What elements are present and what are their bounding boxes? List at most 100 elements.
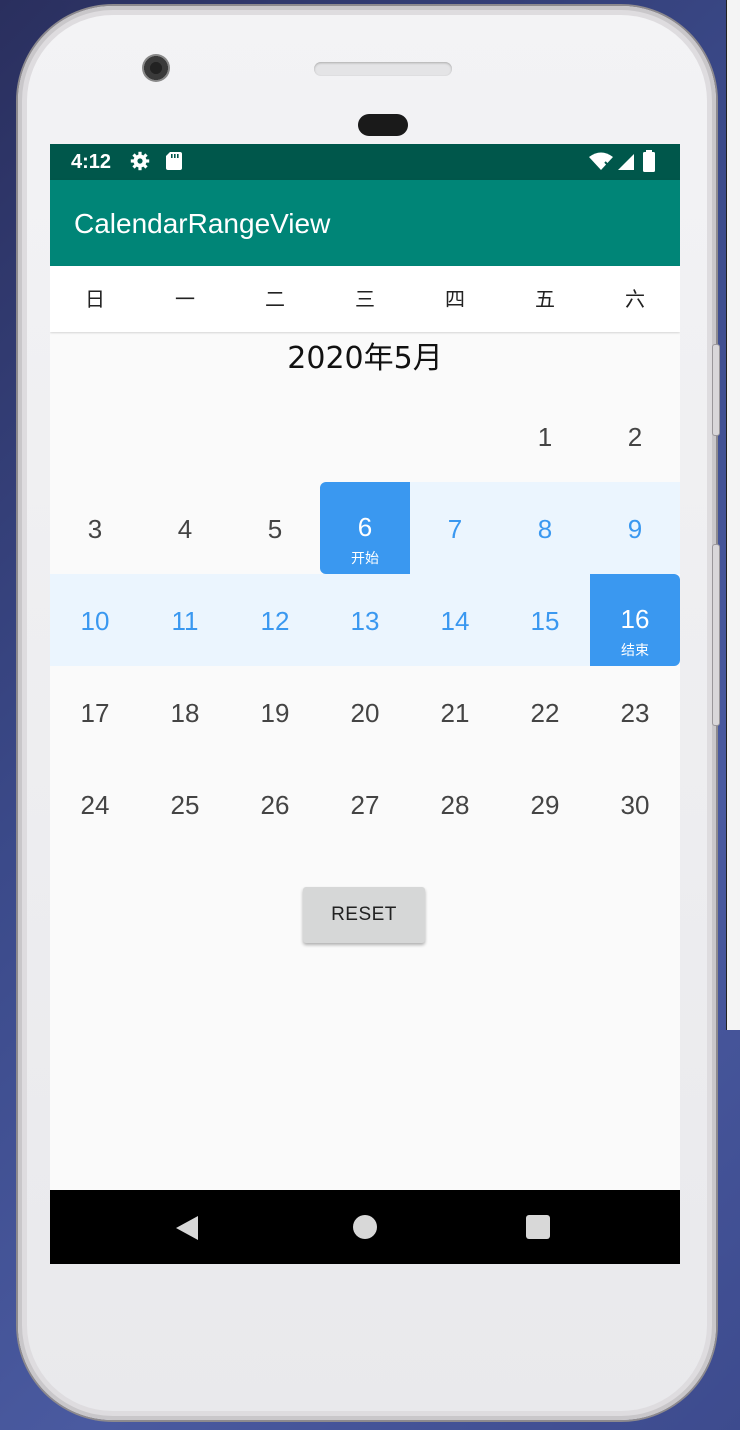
calendar-day-27[interactable]: 27 — [320, 758, 410, 850]
navigation-bar — [50, 1190, 680, 1264]
day-number: 26 — [260, 790, 290, 820]
calendar-week-row: 17 18 19 20 21 22 23 — [50, 666, 680, 758]
day-number: 5 — [267, 514, 283, 544]
proximity-sensor — [358, 114, 408, 136]
day-number: 13 — [350, 606, 380, 636]
day-number: 17 — [80, 698, 110, 728]
weekday-header: 日 一 二 三 四 五 六 — [50, 266, 680, 332]
calendar-grid: 1 2 3 4 5 6 开始 7 8 9 10 11 12 13 14 15 16 结束 17 18 19 20 21 22 2… — [50, 390, 680, 880]
day-number: 1 — [537, 422, 553, 452]
volume-button — [712, 544, 720, 726]
background-window-edge — [726, 0, 740, 1030]
calendar-day-3[interactable]: 3 — [50, 482, 140, 574]
calendar-day-24[interactable]: 24 — [50, 758, 140, 850]
day-number: 19 — [260, 698, 290, 728]
calendar-day-8[interactable]: 8 — [500, 482, 590, 574]
front-camera — [142, 54, 170, 82]
battery-icon — [642, 150, 656, 172]
day-number: 6 — [357, 512, 373, 542]
calendar-day-17[interactable]: 17 — [50, 666, 140, 758]
calendar-day-10[interactable]: 10 — [50, 574, 140, 666]
weekday-thu: 四 — [445, 287, 465, 311]
weekday-mon: 一 — [175, 287, 195, 311]
signal-icon — [616, 151, 636, 171]
calendar-week-row: 3 4 5 6 开始 7 8 9 — [50, 482, 680, 574]
calendar-day-12[interactable]: 12 — [230, 574, 320, 666]
day-number: 11 — [171, 606, 199, 636]
earpiece-speaker — [314, 62, 452, 76]
status-time: 4:12 — [71, 151, 112, 173]
calendar-day-31[interactable]: 31 — [50, 850, 140, 880]
app-toolbar: CalendarRangeView — [50, 180, 680, 266]
settings-gear-icon — [130, 151, 150, 171]
day-number: 21 — [440, 698, 470, 728]
calendar-day-30[interactable]: 30 — [590, 758, 680, 850]
day-number: 12 — [260, 606, 290, 636]
day-number: 29 — [530, 790, 560, 820]
day-number: 28 — [440, 790, 470, 820]
day-number: 23 — [620, 698, 650, 728]
calendar-day-26[interactable]: 26 — [230, 758, 320, 850]
status-bar: 4:12 — [50, 144, 680, 180]
weekday-tue: 二 — [265, 287, 285, 311]
end-label: 结束 — [621, 642, 649, 658]
calendar-empty-cell — [140, 850, 230, 880]
day-number: 25 — [170, 790, 200, 820]
calendar-empty-cell — [140, 390, 230, 482]
calendar-day-19[interactable]: 19 — [230, 666, 320, 758]
calendar-day-7[interactable]: 7 — [410, 482, 500, 574]
day-number: 20 — [350, 698, 380, 728]
calendar-empty-cell — [410, 850, 500, 880]
weekday-wed: 三 — [355, 287, 375, 311]
calendar-empty-cell — [410, 390, 500, 482]
calendar-day-1[interactable]: 1 — [500, 390, 590, 482]
month-title: 2020年5月 — [287, 341, 443, 376]
calendar-empty-cell — [320, 850, 410, 880]
reset-button[interactable]: RESET — [303, 887, 425, 943]
calendar-day-21[interactable]: 21 — [410, 666, 500, 758]
home-icon[interactable] — [353, 1215, 377, 1239]
calendar-day-16[interactable]: 16 结束 — [590, 574, 680, 666]
app-screen: 4:12 CalendarRangeView 日 一 二 三 四 五 六 202… — [50, 144, 680, 1264]
calendar-day-29[interactable]: 29 — [500, 758, 590, 850]
back-icon[interactable] — [176, 1216, 198, 1240]
calendar-day-18[interactable]: 18 — [140, 666, 230, 758]
day-number: 22 — [530, 698, 560, 728]
weekday-fri: 五 — [535, 287, 555, 311]
calendar-day-25[interactable]: 25 — [140, 758, 230, 850]
calendar-day-9[interactable]: 9 — [590, 482, 680, 574]
calendar-day-2[interactable]: 2 — [590, 390, 680, 482]
wifi-icon — [588, 151, 614, 171]
sd-card-icon — [164, 151, 184, 171]
calendar-day-6[interactable]: 6 开始 — [320, 482, 410, 574]
calendar-week-row: 10 11 12 13 14 15 16 结束 — [50, 574, 680, 666]
calendar-day-4[interactable]: 4 — [140, 482, 230, 574]
toolbar-title: CalendarRangeView — [74, 208, 331, 239]
day-number: 4 — [177, 514, 193, 544]
calendar-day-22[interactable]: 22 — [500, 666, 590, 758]
calendar-day-23[interactable]: 23 — [590, 666, 680, 758]
calendar-empty-cell — [500, 850, 590, 880]
day-number: 14 — [440, 606, 470, 636]
power-button — [712, 344, 720, 436]
weekday-sat: 六 — [625, 287, 645, 311]
day-number: 30 — [620, 790, 650, 820]
calendar-day-15[interactable]: 15 — [500, 574, 590, 666]
day-number: 10 — [80, 606, 110, 636]
day-number: 15 — [530, 606, 560, 636]
weekday-sun: 日 — [85, 287, 105, 311]
calendar-day-11[interactable]: 11 — [140, 574, 230, 666]
start-label: 开始 — [351, 550, 379, 566]
calendar-day-28[interactable]: 28 — [410, 758, 500, 850]
calendar-empty-cell — [590, 850, 680, 880]
day-number: 3 — [87, 514, 103, 544]
day-number: 18 — [170, 698, 200, 728]
recent-apps-icon[interactable] — [526, 1215, 550, 1239]
calendar-day-14[interactable]: 14 — [410, 574, 500, 666]
day-number: 7 — [447, 514, 463, 544]
calendar-day-20[interactable]: 20 — [320, 666, 410, 758]
calendar-empty-cell — [50, 390, 140, 482]
calendar-day-13[interactable]: 13 — [320, 574, 410, 666]
calendar-day-5[interactable]: 5 — [230, 482, 320, 574]
calendar-week-row: 31 — [50, 850, 680, 880]
